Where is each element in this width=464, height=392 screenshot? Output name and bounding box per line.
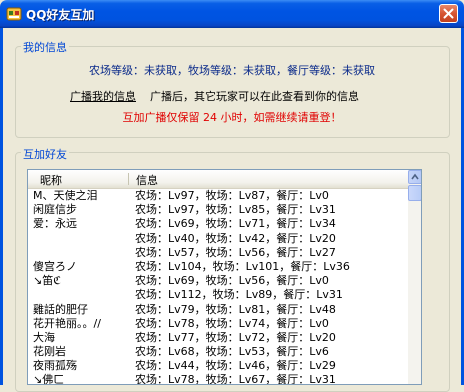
friends-list[interactable]: 昵称 信息 M、天使之泪 农场：Lv97，牧场：Lv87，餐厅：Lv0 闲庭信步 农场… [27,169,422,385]
scroll-thumb[interactable] [408,185,421,201]
friend-info: 农场：Lv44，牧场：Lv46，餐厅：Lv29 [135,359,336,373]
list-item[interactable]: 农场：Lv112，牧场：Lv89，餐厅：Lv31 [28,288,408,302]
list-item[interactable]: M、天使之泪 农场：Lv97，牧场：Lv87，餐厅：Lv0 [28,189,408,203]
level-status: 农场等级：未获取，牧场等级：未获取，餐厅等级：未获取 [89,64,375,77]
list-rows: M、天使之泪 农场：Lv97，牧场：Lv87，餐厅：Lv0 闲庭信步 农场：Lv97，… [28,189,408,385]
friend-nickname: 花开艳丽。。// [33,316,101,330]
list-item[interactable]: 爱：永远 农场：Lv69，牧场：Lv71，餐厅：Lv34 [28,217,408,231]
friend-info: 农场：Lv97，牧场：Lv85，餐厅：Lv31 [135,203,336,217]
arrow-up-icon [411,173,419,180]
list-item[interactable]: 农场：Lv57，牧场：Lv56，餐厅：Lv27 [28,246,408,260]
qq-app-icon [6,7,22,21]
vertical-scrollbar[interactable] [408,170,421,384]
friend-info: 农场：Lv68，牧场：Lv53，餐厅：Lv6 [135,345,329,359]
close-icon [443,8,454,19]
broadcast-description: 广播后，其它玩家可以在此查看到你的信息 [150,90,359,103]
friend-info: 农场：Lv97，牧场：Lv87，餐厅：Lv0 [135,189,329,202]
list-item[interactable]: 大海 农场：Lv77，牧场：Lv72，餐厅：Lv20 [28,331,408,345]
friend-info: 农场：Lv112，牧场：Lv89，餐厅：Lv31 [135,288,343,302]
column-divider[interactable] [128,173,129,185]
friend-info: 农场：Lv78，牧场：Lv67，餐厅：Lv31 [135,373,336,385]
window-title: QQ好友互加 [26,8,95,22]
list-item[interactable]: 花刚岩 农场：Lv68，牧场：Lv53，餐厅：Lv6 [28,345,408,359]
broadcast-notice: 互加广播仅保留 24 小时，如需继续请重登！ [122,111,342,124]
friend-nickname: 傻宫ろノ [33,259,77,273]
list-item[interactable]: 农场：Lv40，牧场：Lv42，餐厅：Lv20 [28,232,408,246]
friend-nickname: 夜雨孤殇 [33,359,77,373]
column-header-info[interactable]: 信息 [136,172,158,188]
friend-info: 农场：Lv79，牧场：Lv81，餐厅：Lv48 [135,302,336,316]
list-item[interactable]: 傻宫ろノ 农场：Lv104，牧场：Lv101，餐厅：Lv36 [28,260,408,274]
friend-nickname: ↘佛ㄈ [33,373,65,385]
list-header: 昵称 信息 [28,170,408,189]
close-button[interactable] [439,4,458,23]
friend-nickname: ↘笛ℭ [33,274,61,288]
friend-info: 农场：Lv40，牧场：Lv42，餐厅：Lv20 [135,231,336,245]
friend-nickname: 大海 [33,330,55,344]
list-item[interactable]: 闲庭信步 农场：Lv97，牧场：Lv85，餐厅：Lv31 [28,203,408,217]
list-item[interactable]: ↘佛ㄈ 农场：Lv78，牧场：Lv67，餐厅：Lv31 [28,373,408,385]
broadcast-link[interactable]: 广播我的信息 [70,88,136,104]
title-bar[interactable]: QQ好友互加 [0,0,464,28]
friend-info: 农场：Lv69，牧场：Lv56，餐厅：Lv0 [135,274,329,288]
friend-info: 农场：Lv69，牧场：Lv71，餐厅：Lv34 [135,217,336,231]
friend-nickname: 花刚岩 [33,345,66,359]
column-header-nickname[interactable]: 昵称 [40,172,62,188]
list-item[interactable]: ↘笛ℭ 农场：Lv69，牧场：Lv56，餐厅：Lv0 [28,274,408,288]
friend-nickname: 闲庭信步 [33,203,77,217]
list-item[interactable]: 花开艳丽。。// 农场：Lv78，牧场：Lv74，餐厅：Lv0 [28,317,408,331]
friend-nickname: 雞話的肥仔 [33,302,88,316]
my-info-legend: 我的信息 [21,39,69,55]
list-item[interactable]: 雞話的肥仔 农场：Lv79，牧场：Lv81，餐厅：Lv48 [28,303,408,317]
friends-legend: 互加好友 [21,146,69,162]
friend-info: 农场：Lv78，牧场：Lv74，餐厅：Lv0 [135,316,329,330]
friend-nickname: M、天使之泪 [33,189,98,202]
list-item[interactable]: 夜雨孤殇 农场：Lv44，牧场：Lv46，餐厅：Lv29 [28,359,408,373]
friend-info: 农场：Lv77，牧场：Lv72，餐厅：Lv20 [135,330,336,344]
friend-info: 农场：Lv104，牧场：Lv101，餐厅：Lv36 [135,259,350,273]
friend-info: 农场：Lv57，牧场：Lv56，餐厅：Lv27 [135,245,336,259]
scroll-up-button[interactable] [408,170,421,184]
friend-nickname: 爱：永远 [33,217,77,231]
